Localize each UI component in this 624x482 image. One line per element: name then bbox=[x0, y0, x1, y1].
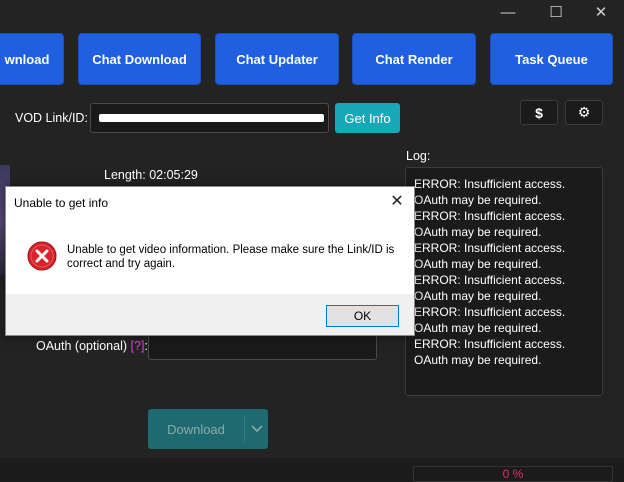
nav-label: Chat Updater bbox=[236, 51, 318, 67]
vod-link-label: VOD Link/ID: bbox=[15, 111, 88, 125]
log-line: ERROR: Insufficient access. OAuth may be… bbox=[414, 241, 566, 271]
oauth-input[interactable] bbox=[148, 334, 377, 360]
progress-text: 0 % bbox=[502, 467, 524, 481]
close-icon: ✕ bbox=[390, 193, 404, 210]
oauth-help-link[interactable]: [?] bbox=[131, 339, 145, 353]
maximize-button[interactable]: ☐ bbox=[533, 0, 579, 24]
log-line: ERROR: Insufficient access. OAuth may be… bbox=[414, 337, 566, 367]
length-label: Length: 02:05:29 bbox=[104, 168, 198, 182]
maximize-icon: ☐ bbox=[549, 4, 563, 21]
log-line: ERROR: Insufficient access. OAuth may be… bbox=[414, 273, 566, 303]
minimize-icon: — bbox=[500, 3, 516, 21]
nav-label: Chat Download bbox=[92, 51, 187, 67]
chevron-down-icon[interactable] bbox=[245, 425, 268, 433]
nav-task-queue[interactable]: Task Queue bbox=[490, 33, 613, 85]
error-icon bbox=[27, 241, 57, 276]
minimize-button[interactable]: — bbox=[485, 0, 531, 24]
download-label: Download bbox=[167, 421, 225, 437]
dialog-title: Unable to get info bbox=[14, 196, 109, 210]
error-dialog: Unable to get info ✕ Unable to get video… bbox=[5, 186, 415, 336]
log-line: ERROR: Insufficient access. OAuth may be… bbox=[414, 177, 566, 207]
nav-chat-updater[interactable]: Chat Updater bbox=[215, 33, 339, 85]
length-label-text: Length: bbox=[104, 168, 146, 182]
dialog-footer: OK bbox=[6, 294, 414, 335]
vod-link-input[interactable] bbox=[90, 103, 329, 133]
close-icon: ✕ bbox=[594, 4, 608, 21]
oauth-label-text: OAuth (optional) bbox=[36, 339, 128, 353]
redacted-value bbox=[99, 114, 324, 122]
nav-label: wnload bbox=[4, 51, 50, 67]
progress-bar: 0 % bbox=[413, 466, 613, 482]
window-close-button[interactable]: ✕ bbox=[578, 0, 624, 24]
gear-icon: ⚙ bbox=[577, 104, 591, 120]
nav-chat-download[interactable]: Chat Download bbox=[78, 33, 201, 85]
dialog-close-button[interactable]: ✕ bbox=[384, 190, 410, 212]
nav-label: Task Queue bbox=[515, 51, 588, 67]
settings-button[interactable]: ⚙ bbox=[565, 100, 603, 125]
dialog-message: Unable to get video information. Please … bbox=[67, 244, 395, 270]
length-value: 02:05:29 bbox=[149, 168, 198, 182]
get-info-button[interactable]: Get Info bbox=[335, 103, 400, 133]
log-box[interactable]: ERROR: Insufficient access. OAuth may be… bbox=[405, 167, 603, 396]
oauth-label: OAuth (optional) [?]: bbox=[36, 339, 148, 353]
download-button[interactable]: Download bbox=[148, 409, 268, 449]
donate-button[interactable]: $ bbox=[520, 100, 558, 125]
nav-vod-download[interactable]: wnload bbox=[0, 33, 64, 85]
nav-chat-render[interactable]: Chat Render bbox=[352, 33, 476, 85]
log-line: ERROR: Insufficient access. OAuth may be… bbox=[414, 305, 566, 335]
dollar-icon: $ bbox=[535, 104, 543, 121]
ok-button[interactable]: OK bbox=[326, 305, 399, 327]
log-line: ERROR: Insufficient access. OAuth may be… bbox=[414, 209, 566, 239]
nav-label: Chat Render bbox=[375, 51, 453, 67]
log-label: Log: bbox=[406, 149, 431, 163]
